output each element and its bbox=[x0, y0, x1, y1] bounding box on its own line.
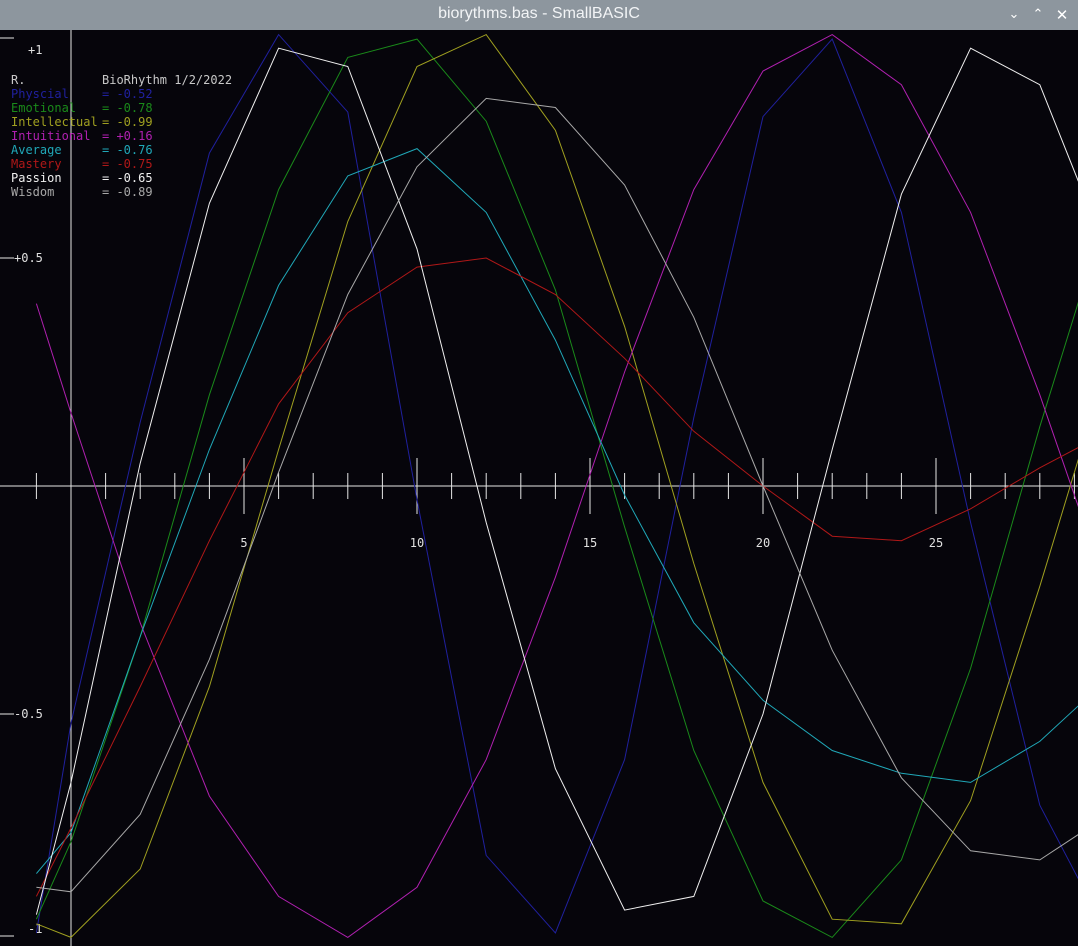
legend-label: Average bbox=[11, 143, 62, 157]
legend-value: = +0.16 bbox=[102, 129, 153, 143]
x-tick-label: 5 bbox=[240, 536, 247, 550]
maximize-button[interactable]: ⌃ bbox=[1030, 7, 1046, 23]
legend-label: Intuitional bbox=[11, 129, 90, 143]
series-line-average bbox=[36, 148, 1078, 874]
legend-value: = -0.78 bbox=[102, 101, 153, 115]
graphics-canvas: 51015202530+1+0.5-0.5-1R.BioRhythm 1/2/2… bbox=[0, 30, 1078, 946]
series-line-passion bbox=[35, 47, 1078, 915]
chevron-down-icon: ⌄ bbox=[1008, 7, 1020, 22]
x-tick-label: 15 bbox=[583, 536, 597, 550]
window-title: biorythms.bas - SmallBASIC bbox=[438, 5, 640, 22]
y-tick-label: +0.5 bbox=[14, 251, 43, 265]
legend-value: = -0.65 bbox=[102, 171, 153, 185]
chart-title: BioRhythm 1/2/2022 bbox=[102, 73, 232, 87]
x-tick-label: 10 bbox=[410, 536, 424, 550]
legend-label: Intellectual bbox=[11, 115, 98, 129]
chart-title-prefix: R. bbox=[11, 73, 25, 87]
chevron-up-icon: ⌃ bbox=[1032, 7, 1044, 22]
legend-value: = -0.52 bbox=[102, 87, 153, 101]
close-button[interactable]: ✕ bbox=[1054, 7, 1070, 23]
window-titlebar[interactable]: biorythms.bas - SmallBASIC ⌄ ⌃ ✕ bbox=[0, 0, 1078, 30]
legend-value: = -0.99 bbox=[102, 115, 153, 129]
legend-value: = -0.76 bbox=[102, 143, 153, 157]
y-tick-label: -0.5 bbox=[14, 707, 43, 721]
legend-label: Emotional bbox=[11, 101, 76, 115]
series-line-emotional bbox=[35, 38, 1078, 939]
legend-label: Passion bbox=[11, 171, 62, 185]
close-icon: ✕ bbox=[1055, 6, 1069, 24]
y-tick-label: +1 bbox=[28, 43, 42, 57]
x-tick-label: 20 bbox=[756, 536, 770, 550]
legend-value: = -0.75 bbox=[102, 157, 153, 171]
legend-label: Physcial bbox=[11, 87, 69, 101]
legend-label: Mastery bbox=[11, 157, 62, 171]
legend-value: = -0.89 bbox=[102, 185, 153, 199]
minimize-button[interactable]: ⌄ bbox=[1006, 7, 1022, 23]
x-tick-label: 25 bbox=[929, 536, 943, 550]
y-tick-label: -1 bbox=[28, 922, 42, 936]
biorhythm-chart: 51015202530+1+0.5-0.5-1R.BioRhythm 1/2/2… bbox=[0, 30, 1078, 946]
legend-label: Wisdom bbox=[11, 185, 54, 199]
series-line-mastery bbox=[35, 257, 1078, 897]
